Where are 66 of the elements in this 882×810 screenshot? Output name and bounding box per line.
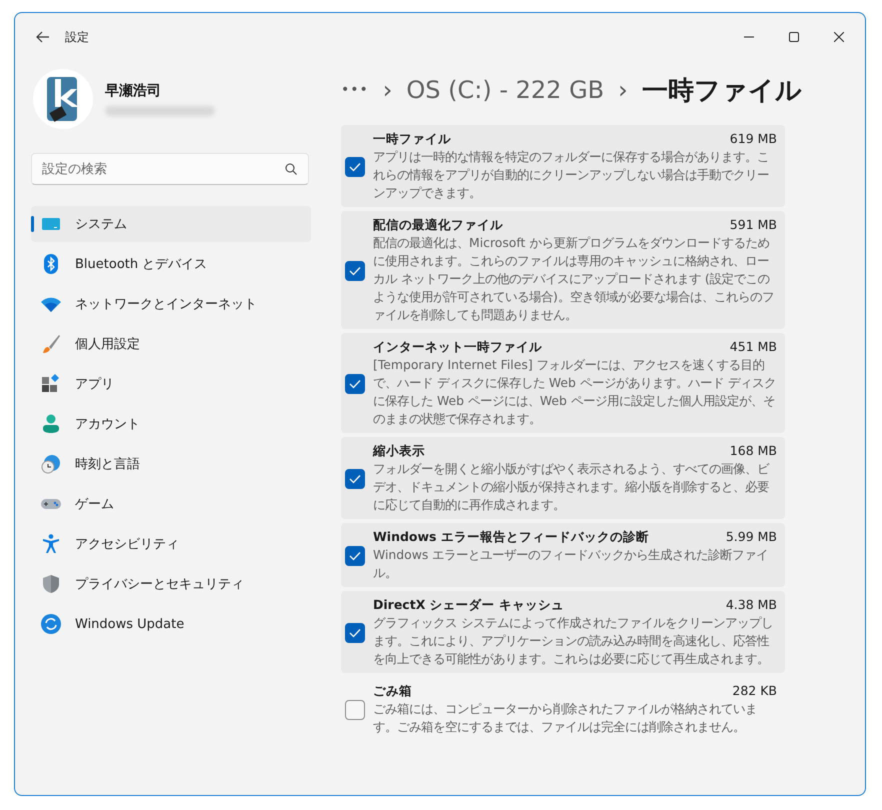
apps-icon (41, 374, 61, 394)
checkbox[interactable] (345, 468, 365, 488)
user-name: 早瀬浩司 (105, 82, 162, 100)
accessibility-icon (41, 534, 61, 554)
close-icon (834, 32, 844, 42)
category-name: 配信の最適化ファイル (373, 217, 503, 234)
category-size: 451 MB (730, 339, 777, 356)
checkmark-icon (349, 628, 361, 638)
sidebar-item[interactable]: アクセシビリティ (31, 526, 311, 562)
checkbox[interactable] (345, 546, 365, 566)
checkmark-icon (349, 162, 361, 172)
maximize-icon (788, 32, 798, 42)
sidebar-item[interactable]: アカウント (31, 406, 311, 442)
category-size: 4.38 MB (726, 597, 777, 614)
sidebar-item[interactable]: アプリ (31, 366, 311, 402)
category-description: [Temporary Internet Files] フォルダーには、アクセスを速くする目的で、ハード ディスクに保存した Web ページがあります。ハード ディスクに保存した Web ページには、Web ページ用に設定した個人用設定が、そのままの状態で保存されます。 (373, 356, 777, 428)
category-name: DirectX シェーダー キャッシュ (373, 597, 564, 614)
checkmark-icon (349, 378, 361, 388)
back-arrow-icon (35, 29, 51, 45)
category-name: 縮小表示 (373, 443, 425, 460)
bluetooth-icon (41, 254, 61, 274)
search-icon (285, 163, 297, 175)
category-name: Windows エラー報告とフィードバックの診断 (373, 529, 649, 546)
breadcrumb-separator: › (618, 76, 628, 104)
category-name: ごみ箱 (373, 683, 412, 700)
search-field[interactable]: 設定の検索 (31, 153, 309, 185)
checkbox[interactable] (345, 700, 365, 720)
window-title: 設定 (65, 28, 89, 46)
sidebar-item[interactable]: ゲーム (31, 486, 311, 522)
shield-icon (41, 574, 61, 594)
sidebar-item[interactable]: Bluetooth とデバイス (31, 246, 311, 282)
category-size: 619 MB (730, 131, 777, 148)
sidebar-item[interactable]: システム (31, 206, 311, 242)
category-size: 5.99 MB (726, 529, 777, 546)
sidebar-item[interactable]: プライバシーとセキュリティ (31, 566, 311, 602)
sidebar-item[interactable]: 時刻と言語 (31, 446, 311, 482)
checkbox[interactable] (345, 156, 365, 176)
checkbox[interactable] (345, 374, 365, 394)
category-description: ごみ箱には、コンピューターから削除されたファイルが格納されています。ごみ箱を空にするまでは、ファイルは完全には削除されません。 (373, 700, 758, 736)
sidebar-item[interactable]: 個人用設定 (31, 326, 311, 362)
breadcrumb-overflow-button[interactable]: ••• (341, 82, 369, 98)
checkbox[interactable] (345, 260, 365, 280)
category-name: インターネット一時ファイル (373, 339, 542, 356)
category-description: フォルダーを開くと縮小版がすばやく表示されるよう、すべての画像、ビデオ、ドキュメントの縮小版が保持されます。縮小版を削除すると、必要に応じて自動的に再作成されます。 (373, 460, 770, 514)
category-size: 168 MB (730, 443, 777, 460)
checkmark-icon (349, 550, 361, 560)
category-size: 282 KB (732, 683, 777, 700)
checkbox[interactable] (345, 622, 365, 642)
checkmark-icon (349, 474, 361, 484)
category-description: Windows エラーとユーザーのフィードバックから生成された診断ファイル。 (373, 546, 770, 582)
category-name: 一時ファイル (373, 131, 451, 148)
category-size: 591 MB (730, 217, 777, 234)
breadcrumb-separator: › (382, 76, 392, 104)
category-description: アプリは一時的な情報を特定のフォルダーに保存する場合があります。これらの情報をアプリが自動的にクリーンアップしない場合は手動でクリーンアップできます。 (373, 148, 770, 202)
breadcrumb-link[interactable]: OS (C:) - 222 GB (406, 76, 604, 104)
page-title: 一時ファイル (642, 74, 802, 108)
sidebar-item[interactable]: ネットワークとインターネット (31, 286, 311, 322)
sidebar-item[interactable]: Windows Update (31, 606, 311, 642)
brush-icon (41, 334, 61, 354)
checkmark-icon (349, 266, 361, 276)
avatar (33, 69, 93, 129)
update-icon (41, 614, 61, 634)
category-description: グラフィックス システムによって作成されたファイルをクリーンアップします。これにより、アプリケーションの読み込み時間を高速化し、応答性を向上できる可能性があります。これらは必要に応じて再生成されます。 (373, 614, 774, 668)
globe-clock-icon (41, 454, 61, 474)
category-description: 配信の最適化は、Microsoft から更新プログラムをダウンロードするために使用されます。これらのファイルは専用のキャッシュに格納され、ローカル ネットワーク上の他のデバイスにアップロードされます (設定でこのような使用が許可されている場合)。空き領域が必要な場合は、これらのファイルを削除しても問題ありません。 (373, 234, 775, 324)
person-icon (41, 414, 61, 434)
